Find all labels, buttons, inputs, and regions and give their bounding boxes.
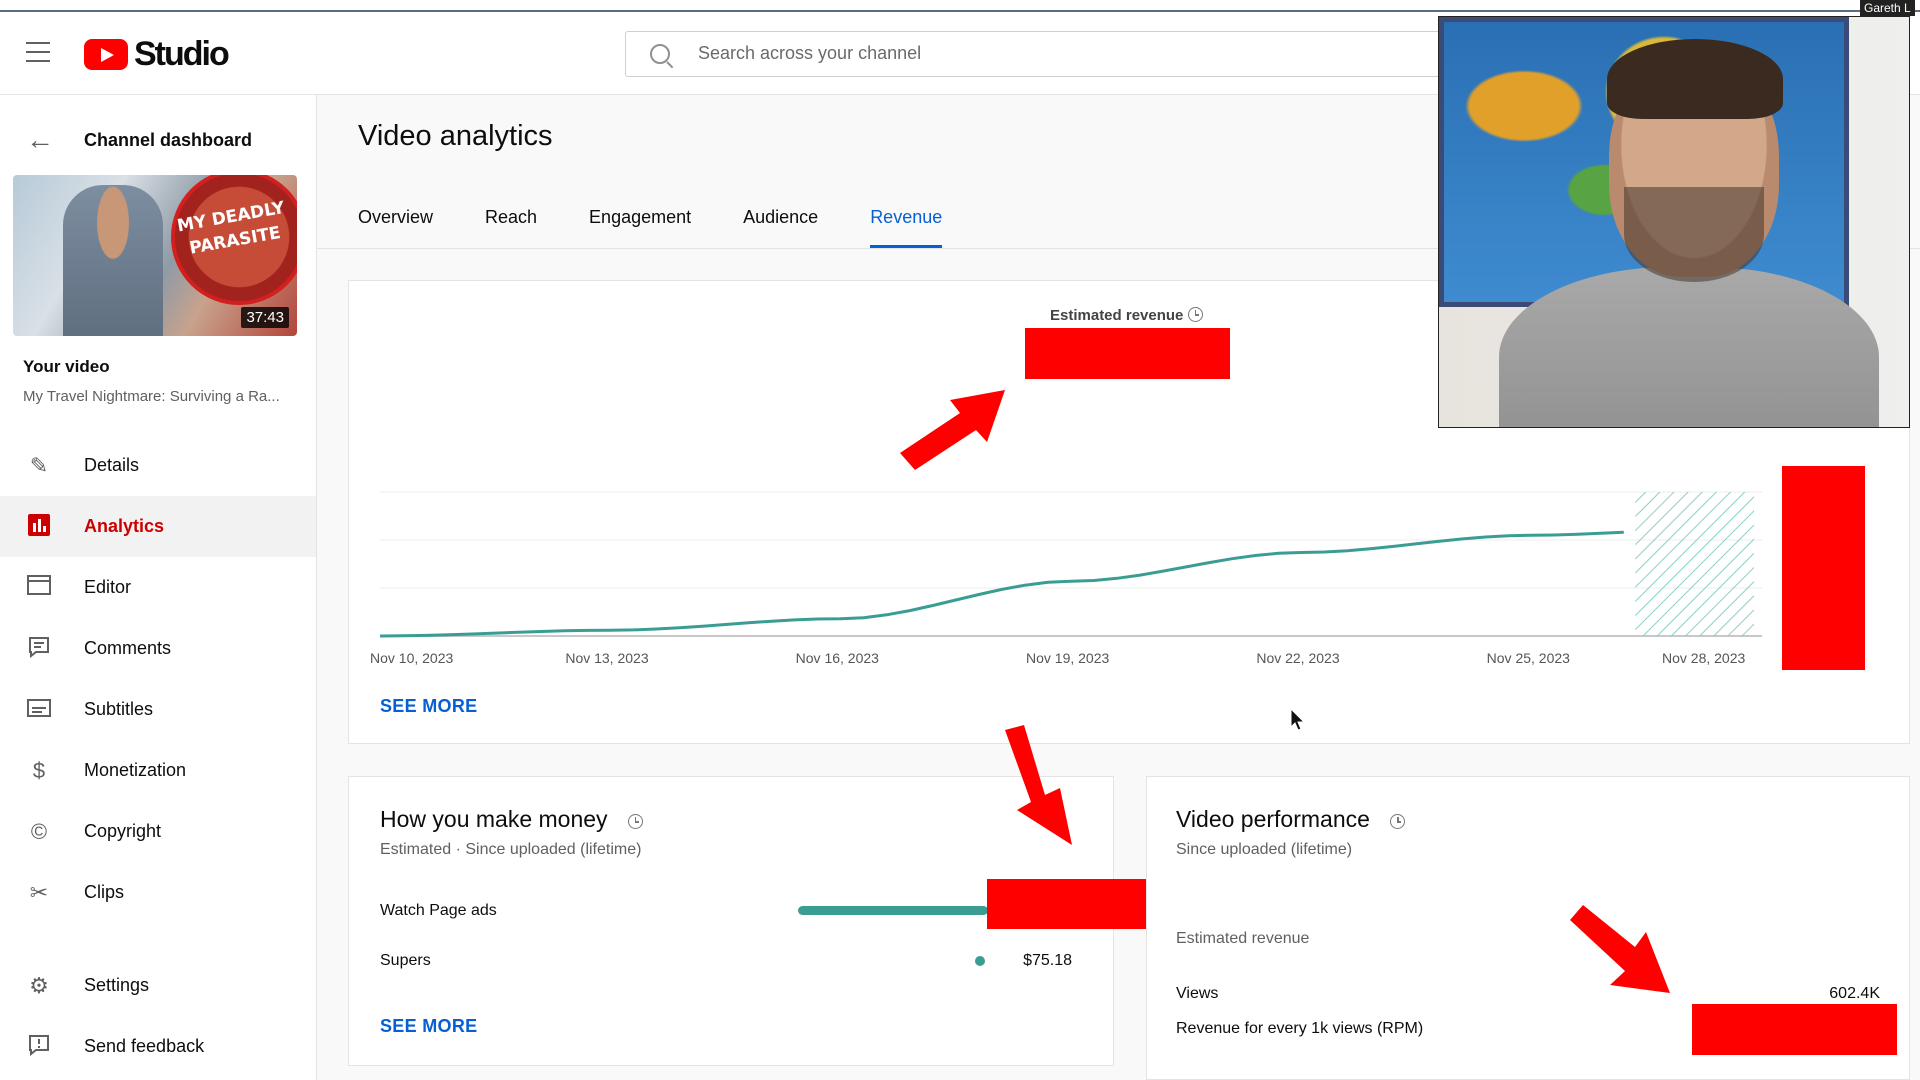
scissors-icon: ✂ [29,880,49,905]
revenue-source-label: Supers [380,952,431,969]
performance-title-text: Video performance [1176,806,1370,832]
revenue-source-label: Watch Page ads [380,902,497,919]
sidebar-item-label: Settings [84,975,150,995]
tab-overview[interactable]: Overview [358,200,433,248]
redaction-box-total [1025,328,1230,379]
performance-title: Video performance [1176,806,1406,833]
chart-title: Estimated revenue [1050,307,1203,324]
channel-dashboard-link[interactable]: ← Channel dashboard [0,120,316,160]
sidebar-item-settings[interactable]: ⚙ Settings [0,955,316,1016]
x-tick-label: Nov 19, 2023 [1026,650,1110,666]
sidebar-item-analytics[interactable]: Analytics [0,496,316,557]
dollar-icon: $ [32,758,46,783]
video-duration: 37:43 [241,307,289,328]
redaction-box-axis [1782,466,1865,670]
sidebar-item-label: Details [84,455,140,475]
revenue-series-line [379,530,1624,638]
video-title: My Travel Nightmare: Surviving a Ra... [23,388,280,405]
presenter-beard [1624,187,1764,282]
x-tick-label: Nov 10, 2023 [370,650,454,666]
sidebar-item-label: Subtitles [84,699,154,719]
back-label: Channel dashboard [84,130,253,150]
sidebar-item-editor[interactable]: Editor [0,557,316,618]
chart-grid [380,491,1762,637]
x-tick-label: Nov 13, 2023 [565,650,649,666]
sidebar-item-details[interactable]: ✎ Details [0,435,316,496]
menu-icon[interactable] [26,42,50,62]
sidebar-item-label: Clips [84,882,125,902]
comments-icon [26,636,52,662]
x-tick-label: Nov 28, 2023 [1662,650,1746,666]
redaction-box-rpm [1692,1004,1897,1055]
page-title: Video analytics [358,120,553,152]
back-arrow-icon[interactable]: ← [26,126,54,154]
tab-audience[interactable]: Audience [743,200,818,248]
views-label: Views [1176,985,1219,1002]
studio-logo[interactable]: Studio [84,34,230,74]
webcam-name-tag: Gareth L [1860,0,1915,16]
x-tick-label: Nov 25, 2023 [1486,650,1570,666]
mouse-cursor-icon [1290,707,1306,737]
sidebar-item-copyright[interactable]: © Copyright [0,801,316,862]
clock-icon[interactable] [627,814,643,829]
window-top-edge [0,0,1920,12]
sidebar-item-monetization[interactable]: $ Monetization [0,740,316,801]
sidebar-nav: ✎ Details Analytics Editor Comments Subt… [0,435,316,1077]
tab-reach[interactable]: Reach [485,200,537,248]
sidebar-item-label: Send feedback [84,1036,205,1056]
forecast-region [1635,492,1754,636]
tab-revenue[interactable]: Revenue [870,200,943,248]
video-thumbnail[interactable]: MY DEADLY PARASITE 37:43 [13,175,297,336]
search-icon[interactable] [650,44,670,64]
sidebar-item-comments[interactable]: Comments [0,618,316,679]
money-subtitle: Estimated · Since uploaded (lifetime) [380,841,642,858]
thumbnail-person [63,185,163,336]
supers-value: $75.18 [1023,952,1072,969]
sidebar-item-label: Monetization [84,760,187,780]
sidebar-item-label: Editor [84,577,132,597]
x-tick-label: Nov 16, 2023 [795,650,879,666]
search-input[interactable] [696,42,1400,65]
your-video-label: Your video [23,357,110,376]
clock-icon[interactable] [1187,307,1203,322]
tab-engagement[interactable]: Engagement [589,200,691,248]
film-icon [26,575,52,601]
analytics-icon [26,514,52,540]
sidebar-item-send-feedback[interactable]: Send feedback [0,1016,316,1077]
see-more-chart-link[interactable]: SEE MORE [380,696,477,717]
logo-text: Studio [134,34,230,73]
presenter-hair [1607,39,1783,119]
webcam-overlay [1438,16,1910,428]
analytics-tabs: Overview Reach Engagement Audience Reven… [358,200,994,248]
performance-subtitle: Since uploaded (lifetime) [1176,841,1353,858]
clock-icon[interactable] [1390,814,1406,829]
money-title: How you make money [380,806,643,833]
views-value: 602.4K [1829,985,1880,1002]
sidebar-item-clips[interactable]: ✂ Clips [0,862,316,923]
estimated-revenue-label: Estimated revenue [1176,930,1310,947]
see-more-money-link[interactable]: SEE MORE [380,1016,477,1037]
subtitles-icon [26,697,52,723]
sidebar-item-label: Comments [84,638,172,658]
youtube-logo-icon [84,38,128,70]
money-title-text: How you make money [380,806,608,832]
sidebar-item-label: Copyright [84,821,162,841]
sidebar: ← Channel dashboard MY DEADLY PARASITE 3… [0,95,317,1080]
x-tick-label: Nov 22, 2023 [1256,650,1340,666]
revenue-line-chart[interactable] [370,480,1770,650]
sidebar-item-label: Analytics [84,516,165,536]
gear-icon: ⚙ [29,973,49,998]
sidebar-item-subtitles[interactable]: Subtitles [0,679,316,740]
chart-title-text: Estimated revenue [1050,307,1184,324]
watch-page-ads-bar [798,906,988,915]
search-bar[interactable] [625,31,1445,77]
copyright-icon: © [30,819,48,844]
pencil-icon: ✎ [29,453,49,478]
rpm-label: Revenue for every 1k views (RPM) [1176,1020,1424,1037]
feedback-icon [26,1034,52,1060]
presenter-hoodie [1499,267,1879,427]
